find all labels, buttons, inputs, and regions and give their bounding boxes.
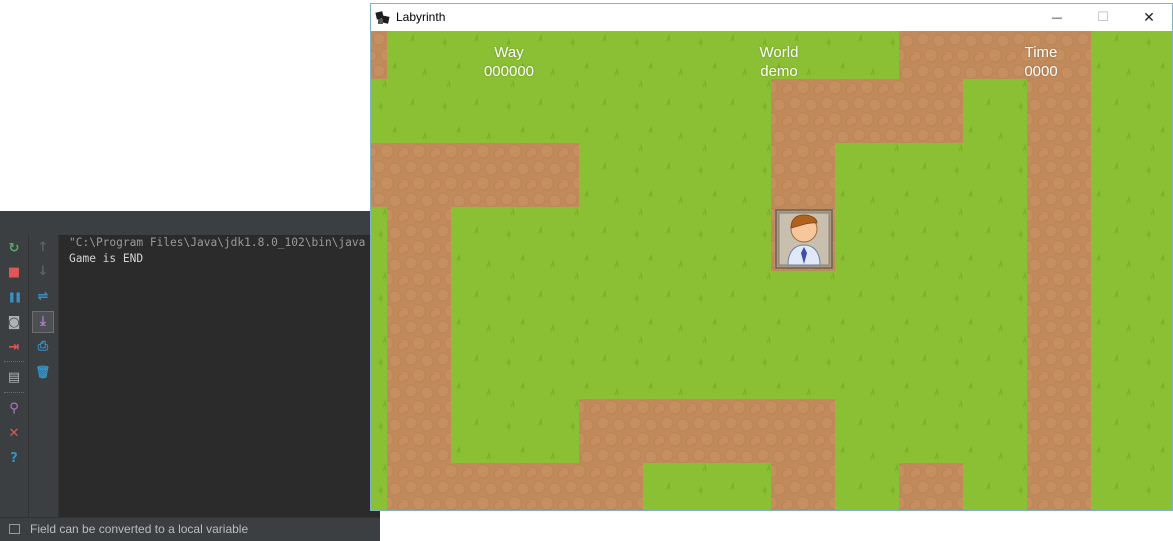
path-tile	[1027, 79, 1091, 510]
help-button[interactable]: ?	[5, 450, 23, 468]
hud-time: Time 0000	[981, 43, 1101, 81]
rerun-button[interactable]: ↻	[5, 240, 23, 258]
path-tile	[899, 463, 963, 510]
path-tile	[387, 207, 451, 510]
window-title: Labyrinth	[396, 10, 446, 24]
path-tile	[579, 399, 835, 463]
next-occurrence-button[interactable]: ↓	[34, 263, 52, 281]
hud-time-label: Time	[1024, 44, 1058, 61]
hud-world-value: demo	[760, 63, 798, 80]
console-line-command: "C:\Program Files\Java\jdk1.8.0_102\bin\…	[69, 236, 366, 249]
path-tile	[771, 463, 835, 510]
hud-way-label: Way	[494, 44, 524, 61]
minimize-button[interactable]: —	[1034, 4, 1080, 31]
camera-icon: ◙	[7, 315, 21, 330]
scroll-to-end-button[interactable]: ⤓	[32, 311, 54, 333]
print-button[interactable]: ⎙	[34, 338, 52, 356]
status-text: Field can be converted to a local variab…	[30, 522, 249, 536]
soft-wrap-button[interactable]: ⇌	[34, 288, 52, 306]
close-window-button[interactable]: ✕	[1126, 4, 1172, 31]
restore-layout-button[interactable]: ▤	[5, 369, 23, 387]
arrow-up-icon: ↑	[37, 240, 49, 255]
status-bar: Field can be converted to a local variab…	[0, 517, 380, 541]
pause-button[interactable]: ❚❚	[5, 289, 23, 307]
status-window-icon[interactable]	[9, 524, 20, 534]
toolbar-separator	[4, 392, 24, 393]
exit-icon: ⇥	[8, 340, 20, 355]
hud-time-value: 0000	[1024, 63, 1058, 80]
close-icon: ✕	[8, 426, 20, 441]
soft-wrap-icon: ⇌	[37, 289, 49, 304]
ide-run-panel: ↻ ■ ❚❚ ◙ ⇥ ▤ ⚲ ✕ ? ↑ ↓ ⇌ ⤓ ⎙ 🗑 "C:\Progr…	[0, 211, 380, 541]
hud-way: Way 000000	[449, 43, 569, 81]
hud-world: World demo	[719, 43, 839, 81]
console-output[interactable]: "C:\Program Files\Java\jdk1.8.0_102\bin\…	[69, 235, 380, 517]
maximize-button[interactable]: ☐	[1080, 4, 1126, 31]
layout-icon: ▤	[7, 370, 21, 385]
java-app-icon	[375, 11, 390, 24]
stop-button[interactable]: ■	[5, 264, 23, 282]
arrow-down-icon: ↓	[37, 264, 49, 279]
scroll-to-end-icon: ⤓	[40, 314, 46, 329]
path-tile	[835, 79, 963, 143]
close-tab-button[interactable]: ✕	[5, 425, 23, 443]
pin-tab-button[interactable]: ⚲	[5, 400, 23, 418]
dump-threads-button[interactable]: ◙	[5, 314, 23, 332]
clear-all-button[interactable]: 🗑	[34, 363, 52, 381]
exit-button[interactable]: ⇥	[5, 339, 23, 357]
previous-occurrence-button[interactable]: ↑	[34, 239, 52, 257]
console-line-output: Game is END	[69, 252, 144, 265]
game-canvas[interactable]: Way 000000 World demo Time 0000	[371, 31, 1172, 510]
hud-way-value: 000000	[483, 63, 535, 80]
trash-icon: 🗑	[35, 365, 51, 379]
maximize-icon: ☐	[1097, 10, 1109, 25]
run-panel-header	[0, 211, 380, 236]
path-tile	[371, 143, 579, 207]
hud-world-label: World	[759, 44, 799, 61]
path-tile	[371, 31, 387, 79]
minimize-icon: —	[1051, 11, 1063, 24]
close-window-icon: ✕	[1143, 9, 1155, 26]
stop-icon: ■	[7, 265, 21, 280]
pause-icon: ❚❚	[7, 292, 23, 303]
help-icon: ?	[10, 451, 18, 466]
labyrinth-window: Labyrinth — ☐ ✕ Way 000000 World demo Ti…	[370, 3, 1173, 511]
toolbar-separator	[4, 361, 24, 362]
pin-icon: ⚲	[9, 401, 19, 416]
maze-map	[371, 31, 1172, 510]
print-icon: ⎙	[37, 339, 49, 354]
path-tile	[451, 463, 643, 510]
window-title-bar[interactable]: Labyrinth — ☐ ✕	[371, 4, 1172, 31]
rerun-icon: ↻	[8, 241, 20, 256]
player-character	[775, 209, 833, 269]
